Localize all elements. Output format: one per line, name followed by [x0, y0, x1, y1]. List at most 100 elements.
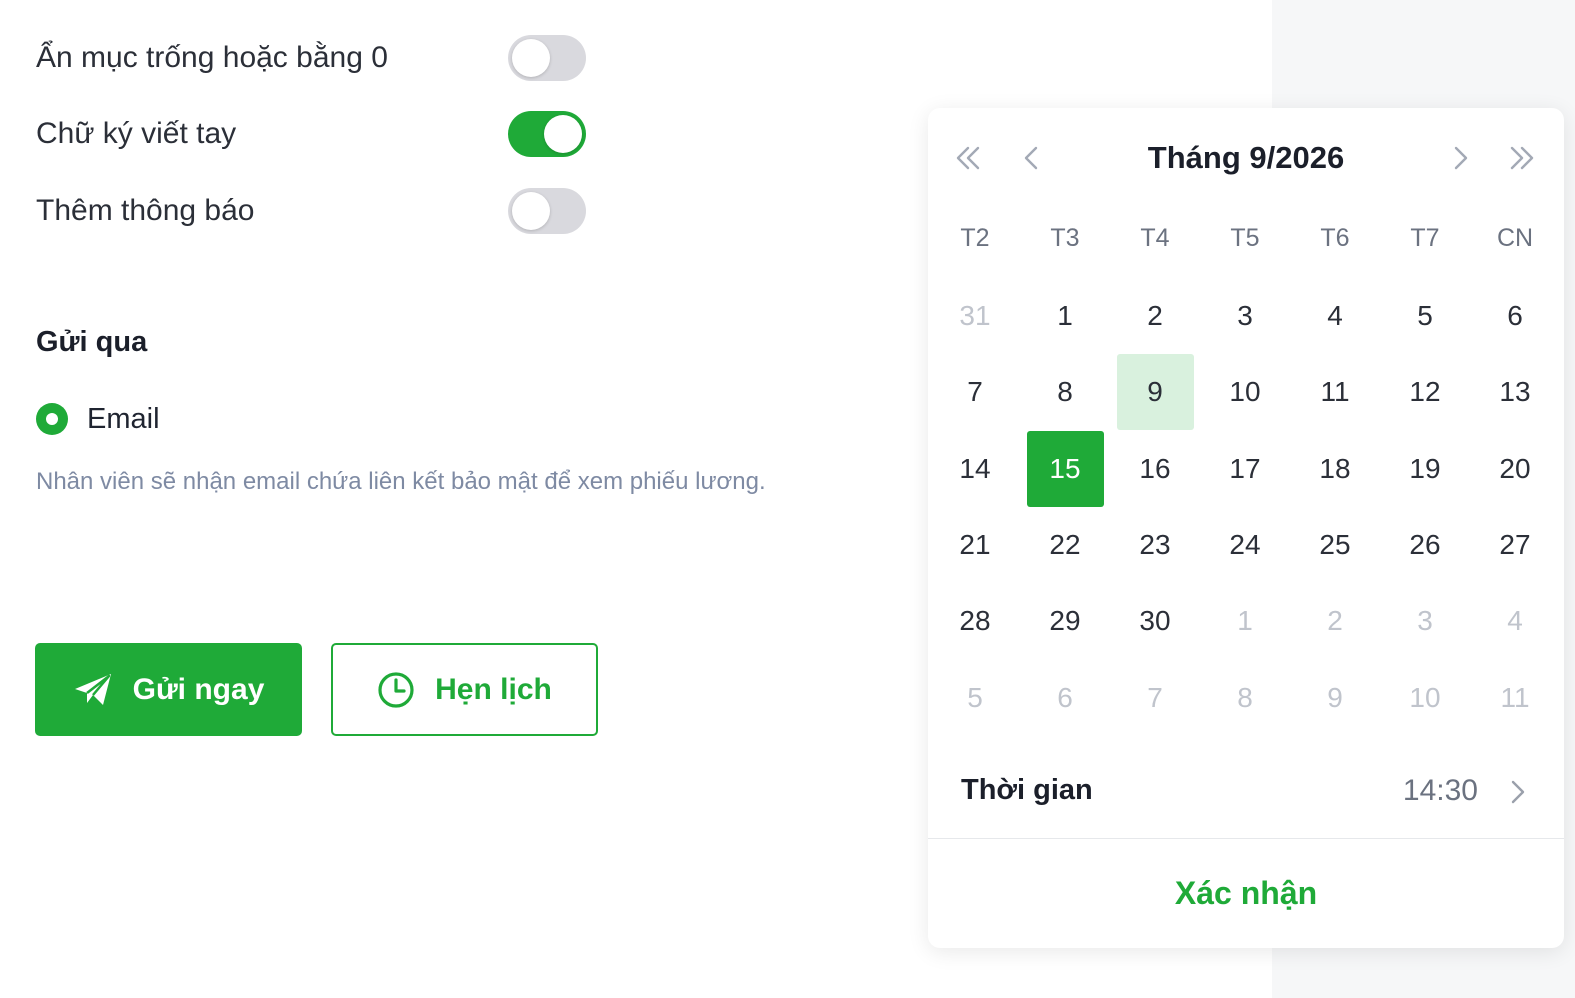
calendar-day[interactable]: 21 [930, 507, 1020, 583]
calendar-day-label: 14 [959, 452, 991, 484]
calendar-day[interactable]: 28 [930, 583, 1020, 659]
calendar-day-label: 7 [1147, 681, 1163, 713]
calendar-day-label: 8 [1057, 376, 1073, 408]
calendar-day[interactable]: 30 [1110, 583, 1200, 659]
calendar-day-label: 20 [1499, 452, 1531, 484]
calendar-day[interactable]: 4 [1470, 583, 1560, 659]
calendar-day[interactable]: 10 [1200, 354, 1290, 430]
chevron-right-icon [1454, 146, 1468, 170]
hide-empty-toggle[interactable] [508, 35, 586, 81]
calendar-day[interactable]: 20 [1470, 431, 1560, 507]
calendar-day[interactable]: 31 [930, 278, 1020, 354]
time-row[interactable]: Thời gian 14:30 [928, 758, 1564, 828]
schedule-label: Hẹn lịch [435, 672, 552, 706]
calendar-day[interactable]: 8 [1200, 659, 1290, 735]
calendar-day-label: 11 [1320, 376, 1350, 408]
toggle-knob [544, 115, 582, 153]
calendar-day-label: 21 [959, 529, 991, 561]
send-via-title: Gửi qua [36, 326, 148, 358]
calendar-day[interactable]: 9 [1290, 659, 1380, 735]
calendar-day-label: 31 [959, 300, 991, 332]
calendar-day-label: 28 [959, 605, 991, 637]
divider [928, 838, 1564, 839]
calendar-day[interactable]: 22 [1020, 507, 1110, 583]
calendar-day[interactable]: 15 [1020, 430, 1110, 507]
calendar-day[interactable]: 3 [1380, 583, 1470, 659]
schedule-button[interactable]: Hẹn lịch [331, 643, 598, 736]
add-notification-toggle[interactable] [508, 188, 586, 234]
weekday-label: T7 [1410, 224, 1440, 252]
calendar-day[interactable]: 5 [1380, 278, 1470, 354]
calendar-day-label: 10 [1409, 681, 1441, 713]
calendar-day-label: 1 [1237, 605, 1253, 637]
setting-label: Ẩn mục trống hoặc bằng 0 [36, 41, 388, 74]
calendar-day[interactable]: 25 [1290, 507, 1380, 583]
calendar-day[interactable]: 8 [1020, 354, 1110, 430]
setting-label: Thêm thông báo [36, 194, 255, 227]
calendar-day-label: 9 [1327, 681, 1343, 713]
calendar-day[interactable]: 13 [1470, 354, 1560, 430]
calendar-day[interactable]: 11 [1470, 659, 1560, 735]
calendar-day[interactable]: 7 [930, 354, 1020, 430]
handwritten-signature-toggle[interactable] [508, 111, 586, 157]
calendar-day[interactable]: 14 [930, 431, 1020, 507]
calendar-day[interactable]: 7 [1110, 659, 1200, 735]
calendar-day-label: 22 [1049, 529, 1081, 561]
date-picker-popup: Tháng 9/2026 T2 T3 T4 T5 T6 T7 CN 31 1 2 3 4 5 6 7 8 9 1… [928, 108, 1564, 948]
calendar-day[interactable]: 12 [1380, 354, 1470, 430]
send-now-button[interactable]: Gửi ngay [35, 643, 302, 736]
calendar-day[interactable]: 6 [1470, 278, 1560, 354]
calendar-day-label: 16 [1139, 452, 1171, 484]
email-hint: Nhân viên sẽ nhận email chứa liên kết bả… [36, 468, 766, 495]
calendar-day-label: 13 [1499, 376, 1531, 408]
paper-plane-icon [74, 673, 111, 705]
calendar-day[interactable]: 4 [1290, 278, 1380, 354]
email-option[interactable]: Email [36, 398, 160, 440]
calendar-day[interactable]: 24 [1200, 507, 1290, 583]
calendar-day-label: 30 [1139, 605, 1171, 637]
calendar-day[interactable]: 29 [1020, 583, 1110, 659]
calendar-day[interactable]: 23 [1110, 507, 1200, 583]
calendar-day-label: 10 [1229, 376, 1261, 408]
calendar-day-label: 9 [1116, 354, 1194, 431]
email-option-label: Email [87, 402, 160, 435]
calendar-day[interactable]: 19 [1380, 431, 1470, 507]
radio-selected-icon[interactable] [36, 403, 68, 435]
calendar-day-label: 2 [1147, 300, 1163, 332]
calendar-day[interactable]: 5 [930, 659, 1020, 735]
calendar-day[interactable]: 27 [1470, 507, 1560, 583]
time-value: 14:30 [1402, 774, 1478, 807]
calendar-day[interactable]: 2 [1290, 583, 1380, 659]
calendar-day[interactable]: 9 [1110, 354, 1200, 431]
calendar-day[interactable]: 26 [1380, 507, 1470, 583]
time-label: Thời gian [961, 774, 1093, 806]
calendar-day[interactable]: 17 [1200, 431, 1290, 507]
calendar-day-label: 18 [1319, 452, 1351, 484]
calendar-day[interactable]: 16 [1110, 431, 1200, 507]
calendar-day[interactable]: 1 [1020, 278, 1110, 354]
calendar-day[interactable]: 11 [1290, 354, 1380, 430]
calendar-day[interactable]: 3 [1200, 278, 1290, 354]
weekday-label: T2 [960, 224, 990, 252]
double-chevron-right-icon [1510, 146, 1534, 170]
next-year-button[interactable] [1494, 130, 1550, 186]
calendar-day[interactable]: 1 [1200, 583, 1290, 659]
next-month-button[interactable] [1432, 130, 1488, 186]
calendar-day-label: 17 [1229, 452, 1261, 484]
calendar-day-label: 26 [1409, 529, 1441, 561]
calendar-day-label: 4 [1327, 300, 1343, 332]
calendar-day[interactable]: 2 [1110, 278, 1200, 354]
toggle-knob [512, 39, 550, 77]
calendar-day-label: 5 [1417, 300, 1433, 332]
confirm-button[interactable]: Xác nhận [928, 858, 1564, 928]
chevron-right-icon [1511, 780, 1525, 804]
calendar-day[interactable]: 18 [1290, 431, 1380, 507]
calendar-day[interactable]: 10 [1380, 659, 1470, 735]
calendar-day-grid: 31 1 2 3 4 5 6 7 8 9 10 11 12 13 14 15 16 17 18 19 20 21 22 23 2… [930, 278, 1560, 736]
calendar-day-label: 23 [1139, 529, 1171, 561]
calendar-day[interactable]: 6 [1020, 659, 1110, 735]
send-now-label: Gửi ngay [132, 672, 265, 706]
calendar-day-label: 15 [1026, 430, 1104, 507]
calendar-day-label: 25 [1319, 529, 1351, 561]
calendar-day-label: 11 [1500, 681, 1530, 713]
